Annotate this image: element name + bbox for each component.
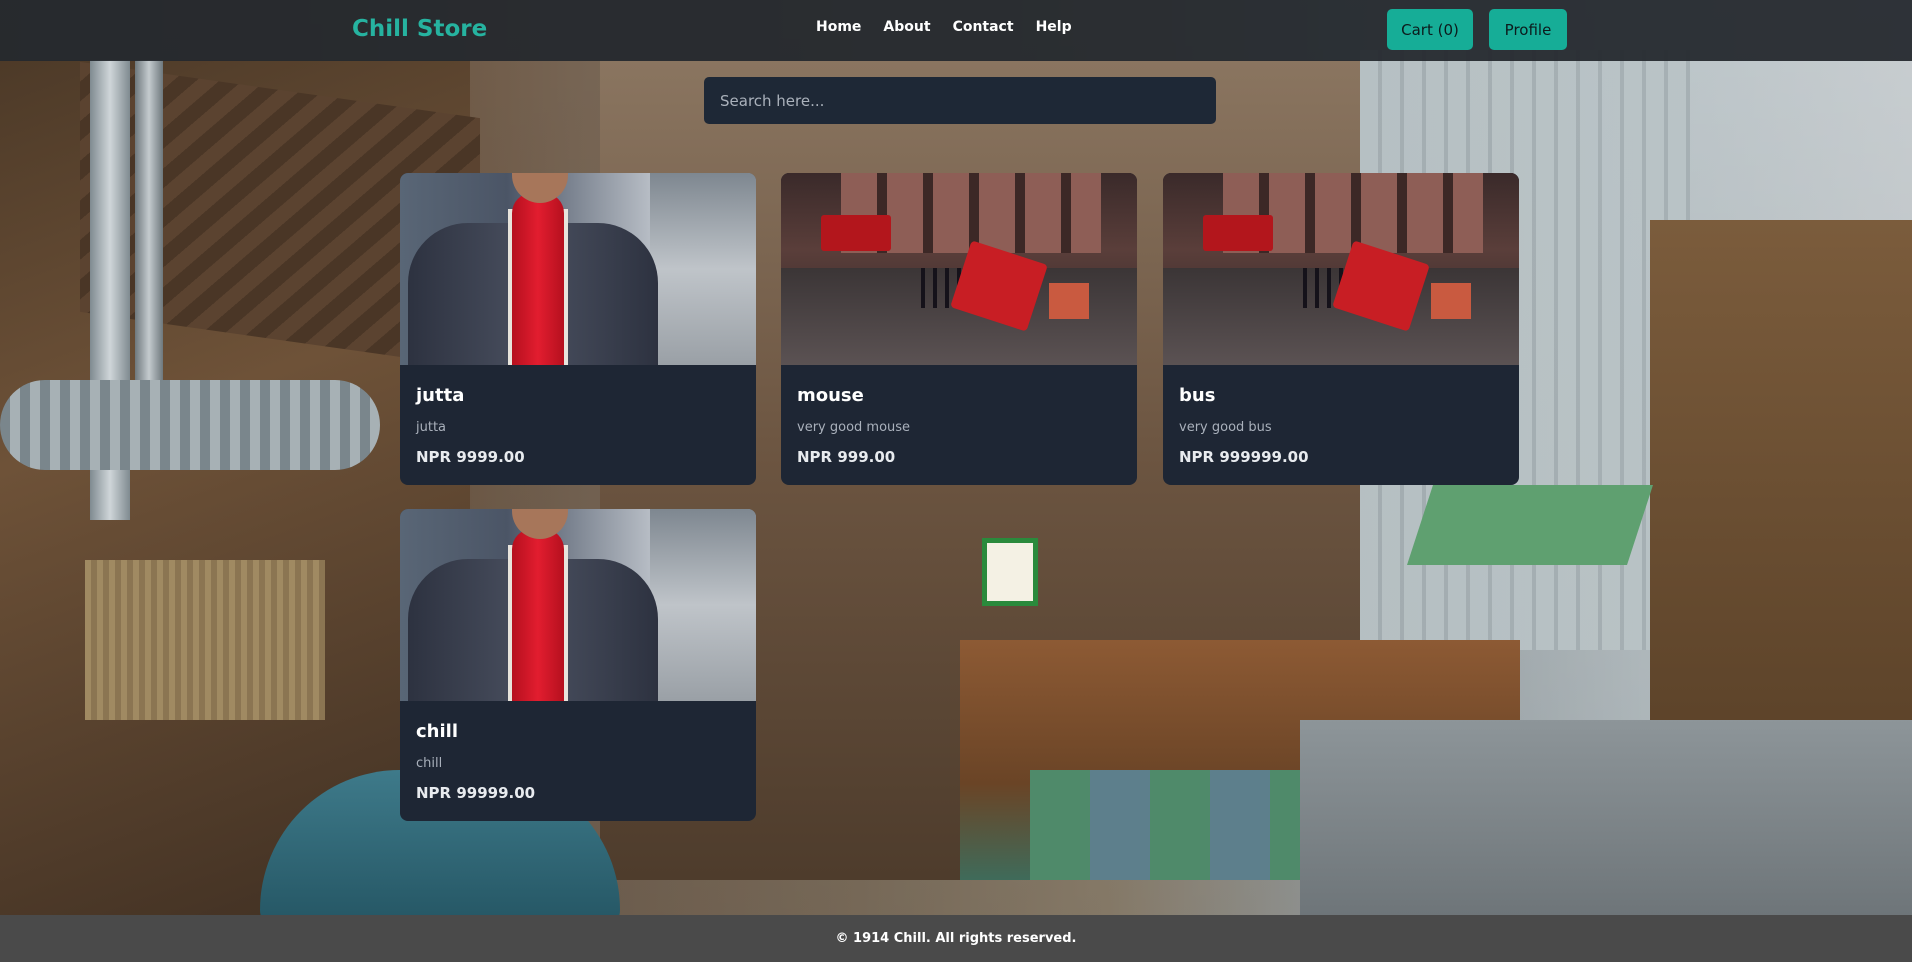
right-building — [1650, 220, 1912, 780]
cart-button[interactable]: Cart (0) — [1387, 9, 1473, 50]
product-title[interactable]: mouse — [797, 385, 864, 406]
nav-about[interactable]: About — [883, 19, 930, 35]
search-input[interactable] — [704, 77, 1216, 124]
profile-button[interactable]: Profile — [1489, 9, 1567, 50]
footer: © 1914 Chill. All rights reserved. — [0, 915, 1912, 962]
product-card[interactable]: bus very good bus NPR 999999.00 — [1163, 173, 1519, 485]
product-price: NPR 999999.00 — [1179, 448, 1309, 466]
green-awning — [1407, 485, 1653, 565]
sale-sign — [982, 538, 1038, 606]
product-card[interactable]: mouse very good mouse NPR 999.00 — [781, 173, 1137, 485]
copyright-text: © 1914 Chill. All rights reserved. — [835, 931, 1077, 946]
product-image[interactable] — [400, 173, 756, 365]
product-title[interactable]: jutta — [416, 385, 464, 406]
product-price: NPR 9999.00 — [416, 448, 525, 466]
product-price: NPR 99999.00 — [416, 784, 536, 802]
product-card[interactable]: chill chill NPR 99999.00 — [400, 509, 756, 821]
nav-help[interactable]: Help — [1036, 19, 1072, 35]
product-description: very good mouse — [797, 420, 911, 435]
bamboo-window — [85, 560, 325, 720]
product-image[interactable] — [1163, 173, 1519, 365]
nav-contact[interactable]: Contact — [953, 19, 1014, 35]
road — [1300, 720, 1912, 915]
product-title[interactable]: chill — [416, 721, 458, 742]
product-description: jutta — [416, 420, 447, 435]
brand-logo[interactable]: Chill Store — [352, 16, 487, 42]
product-title[interactable]: bus — [1179, 385, 1215, 406]
product-description: chill — [416, 756, 443, 771]
product-card[interactable]: jutta jutta NPR 9999.00 — [400, 173, 756, 485]
nav-home[interactable]: Home — [816, 19, 861, 35]
product-image[interactable] — [400, 509, 756, 701]
product-image[interactable] — [781, 173, 1137, 365]
navbar: Chill Store Home About Contact Help Cart… — [0, 0, 1912, 61]
product-description: very good bus — [1179, 420, 1272, 435]
nav-links: Home About Contact Help — [816, 19, 1072, 35]
air-duct — [0, 380, 380, 470]
product-price: NPR 999.00 — [797, 448, 896, 466]
